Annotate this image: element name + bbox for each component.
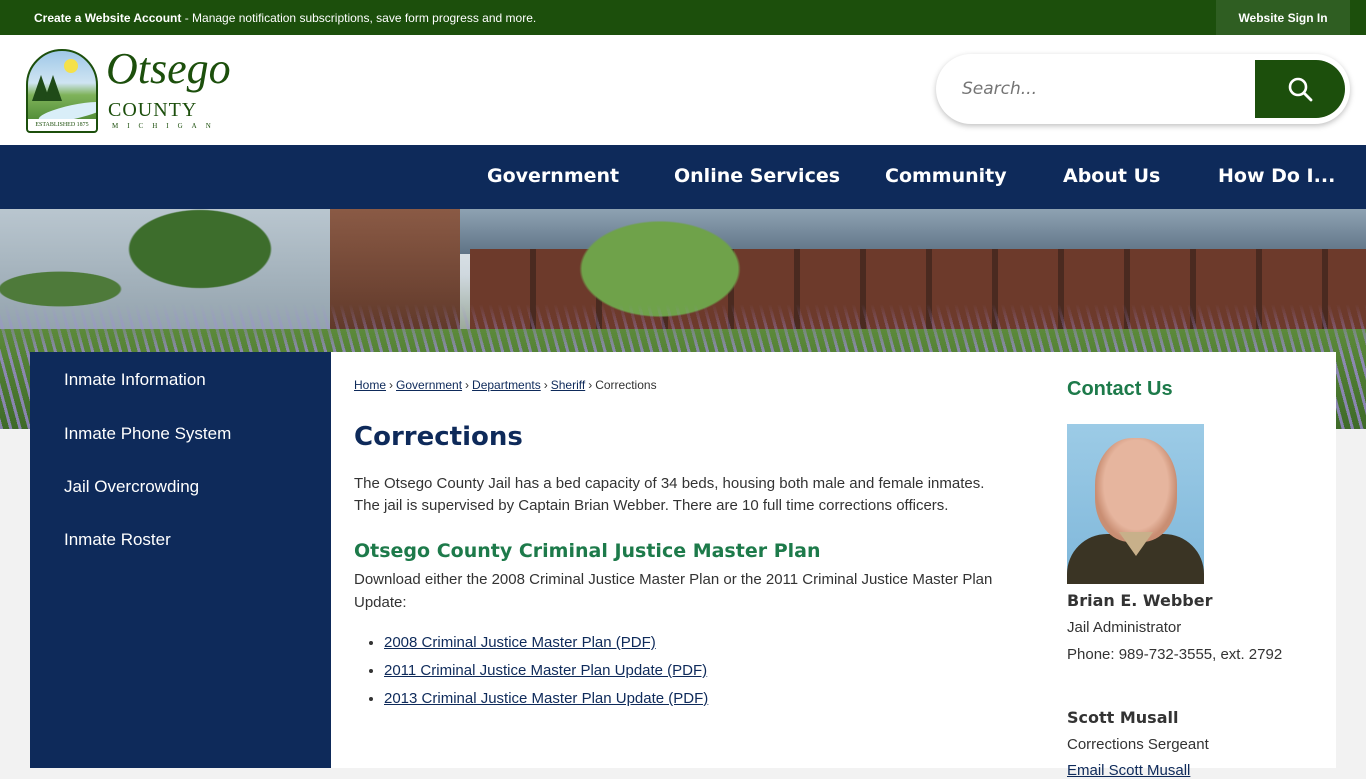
list-item: 2013 Criminal Justice Master Plan Update… [384, 690, 708, 718]
search-icon [1288, 77, 1313, 102]
contact-us-heading: Contact Us [1067, 378, 1173, 400]
logo-established: ESTABLISHED 1875 [28, 119, 96, 131]
contact-phone-webber: Phone: 989-732-3555, ext. 2792 [1067, 646, 1283, 663]
breadcrumb-government[interactable]: Government [396, 378, 462, 392]
nav-about-us[interactable]: About Us [1063, 165, 1160, 187]
logo-word-otsego: Otsego [106, 44, 231, 93]
section-sidebar: Inmate Information Inmate Phone System J… [30, 352, 331, 768]
breadcrumb-separator: › [588, 378, 593, 392]
nav-how-do-i[interactable]: How Do I... [1218, 165, 1335, 187]
document-list: 2008 Criminal Justice Master Plan (PDF) … [354, 634, 708, 718]
document-link-2011-plan-update[interactable]: 2011 Criminal Justice Master Plan Update… [384, 662, 707, 679]
sidebar-item-inmate-roster[interactable]: Inmate Roster [64, 530, 171, 550]
breadcrumb-separator: › [543, 378, 548, 392]
search-box [936, 54, 1350, 124]
photo-head [1095, 438, 1177, 542]
sidebar-item-inmate-phone-system[interactable]: Inmate Phone System [64, 424, 231, 444]
nav-online-services[interactable]: Online Services [674, 165, 840, 187]
main-navigation: Government Online Services Community Abo… [0, 145, 1366, 209]
main-content: Home › Government › Departments › Sheriff › Corr… [331, 352, 1336, 779]
site-header: ESTABLISHED 1875 Otsego COUNTY MICHIGAN [0, 35, 1366, 145]
breadcrumb-departments[interactable]: Departments [472, 378, 541, 392]
logo-badge-icon: ESTABLISHED 1875 [26, 49, 98, 133]
master-plan-heading: Otsego County Criminal Justice Master Pl… [354, 540, 821, 562]
breadcrumb-separator: › [465, 378, 470, 392]
create-account-message[interactable]: Create a Website Account - Manage notifi… [34, 11, 536, 25]
logo-word-county: COUNTY [108, 99, 198, 121]
breadcrumb-home[interactable]: Home [354, 378, 386, 392]
logo-word-michigan: MICHIGAN [112, 122, 220, 130]
nav-government[interactable]: Government [487, 165, 619, 187]
sidebar-item-inmate-information[interactable]: Inmate Information [64, 370, 206, 390]
contact-name-webber: Brian E. Webber [1067, 591, 1213, 610]
create-account-link[interactable]: Create a Website Account [34, 11, 181, 25]
document-link-2013-plan-update[interactable]: 2013 Criminal Justice Master Plan Update… [384, 690, 708, 707]
account-bar: Create a Website Account - Manage notifi… [0, 0, 1366, 35]
contact-email-musall[interactable]: Email Scott Musall [1067, 762, 1190, 779]
search-button[interactable] [1255, 60, 1345, 118]
sun-icon [64, 59, 78, 73]
search-input[interactable] [960, 72, 1250, 106]
contact-role-musall: Corrections Sergeant [1067, 736, 1209, 753]
breadcrumb-sheriff[interactable]: Sheriff [551, 378, 585, 392]
contact-role-webber: Jail Administrator [1067, 619, 1182, 636]
contact-photo [1067, 424, 1204, 584]
nav-community[interactable]: Community [885, 165, 1007, 187]
document-link-2008-plan[interactable]: 2008 Criminal Justice Master Plan (PDF) [384, 634, 656, 651]
breadcrumb-current: Corrections [595, 378, 657, 392]
intro-paragraph: The Otsego County Jail has a bed capacit… [354, 475, 985, 514]
breadcrumb: Home › Government › Departments › Sheriff › Corr… [354, 378, 657, 392]
list-item: 2011 Criminal Justice Master Plan Update… [384, 662, 708, 690]
tree-icon [44, 75, 62, 101]
website-sign-in-button[interactable]: Website Sign In [1216, 0, 1350, 35]
master-plan-description: Download either the 2008 Criminal Justic… [354, 571, 993, 611]
breadcrumb-separator: › [389, 378, 394, 392]
sidebar-item-jail-overcrowding[interactable]: Jail Overcrowding [64, 477, 199, 497]
page-title: Corrections [354, 422, 523, 452]
list-item: 2008 Criminal Justice Master Plan (PDF) [384, 634, 708, 662]
create-account-description: - Manage notification subscriptions, sav… [181, 11, 537, 25]
contact-name-musall: Scott Musall [1067, 708, 1179, 727]
county-logo[interactable]: ESTABLISHED 1875 Otsego COUNTY MICHIGAN [26, 44, 231, 135]
